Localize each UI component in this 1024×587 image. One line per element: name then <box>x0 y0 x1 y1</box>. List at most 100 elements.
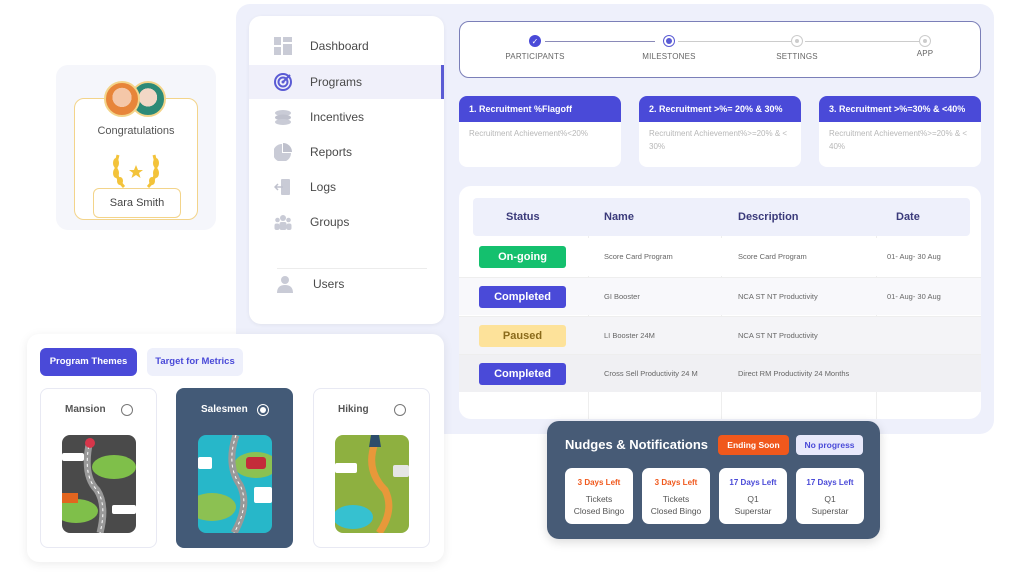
table-row[interactable]: Completed GI Booster NCA ST NT Productivit… <box>459 277 981 315</box>
sidebar-item-reports[interactable]: Reports <box>249 135 444 169</box>
filter-no-progress[interactable]: No progress <box>796 435 863 455</box>
cell-description: NCA ST NT Productivity <box>738 292 818 301</box>
pending-step-icon <box>919 35 931 47</box>
step-milestones[interactable]: MILESTONES <box>614 35 724 61</box>
cell-description: Score Card Program <box>738 252 807 261</box>
column-header-description[interactable]: Description <box>738 211 799 223</box>
pending-step-icon <box>791 35 803 47</box>
cell-description: Direct RM Productivity 24 Months <box>738 369 850 378</box>
days-left: 17 Days Left <box>806 478 854 487</box>
milestone-title: 1. Recruitment %Flagoff <box>459 96 621 122</box>
sidebar-item-label: Groups <box>310 215 350 229</box>
milestone-title: 2. Recruitment >%= 20% & 30% <box>639 96 801 122</box>
theme-card-salesmen[interactable]: Salesmen <box>176 388 293 548</box>
nudge-line: Q1 <box>824 494 836 504</box>
salesmen-theme-thumbnail <box>198 435 272 533</box>
theme-card-hiking[interactable]: Hiking <box>313 388 430 548</box>
sidebar-item-label: Programs <box>310 75 363 89</box>
avatar <box>104 81 140 117</box>
sidebar-item-incentives[interactable]: Incentives <box>249 100 444 134</box>
status-badge: Paused <box>479 325 566 347</box>
tab-program-themes[interactable]: Program Themes <box>40 348 137 376</box>
days-left: 17 Days Left <box>729 478 777 487</box>
theme-radio-selected[interactable] <box>257 404 269 416</box>
program-themes-panel: Program Themes Target for Metrics Mansio… <box>27 334 444 562</box>
nudge-line: Closed Bingo <box>650 506 702 516</box>
nudge-card[interactable]: 3 Days Left Tickets Closed Bingo <box>565 468 633 524</box>
milestone-description: Recruitment Achievement%<20% <box>469 129 588 138</box>
nudge-card[interactable]: 17 Days Left Q1 Superstar <box>796 468 864 524</box>
user-icon <box>275 274 295 294</box>
milestone-description: Recruitment Achievement%>=20% & < 40% <box>829 129 968 151</box>
congrats-title: Congratulations <box>97 125 175 137</box>
mansion-theme-thumbnail <box>62 435 136 533</box>
target-icon <box>273 72 293 92</box>
step-app[interactable]: APP <box>870 35 980 58</box>
nudge-card[interactable]: 3 Days Left Tickets Closed Bingo <box>642 468 710 524</box>
nudge-card[interactable]: 17 Days Left Q1 Superstar <box>719 468 787 524</box>
nudge-line: Tickets <box>662 494 690 504</box>
nudge-line: Closed Bingo <box>573 506 625 516</box>
winner-name: Sara Smith <box>93 188 181 218</box>
nudge-program-name: Q1 Superstar <box>719 493 787 517</box>
sidebar-item-label: Reports <box>310 145 353 159</box>
sidebar-item-label: Logs <box>310 180 337 194</box>
cell-date: 01- Aug- 30 Aug <box>887 292 941 301</box>
tab-target-for-metrics[interactable]: Target for Metrics <box>147 348 243 376</box>
sidebar: Dashboard Programs Incentives Reports Lo… <box>249 16 444 324</box>
milestone-description: Recruitment Achievement%>=20% & < 30% <box>649 129 788 151</box>
theme-card-mansion[interactable]: Mansion <box>40 388 157 548</box>
current-step-icon <box>663 35 675 47</box>
nudge-line: Q1 <box>747 494 759 504</box>
group-icon <box>273 212 293 232</box>
sidebar-item-dashboard[interactable]: Dashboard <box>249 29 444 63</box>
nudge-program-name: Q1 Superstar <box>796 493 864 517</box>
table-row[interactable]: Completed Cross Sell Productivity 24 M Dir… <box>459 354 981 392</box>
milestone-card[interactable]: 2. Recruitment >%= 20% & 30% Recruitment… <box>639 96 801 167</box>
programs-table: Status Name Description Date On-going Sco… <box>459 186 981 419</box>
sidebar-item-users[interactable]: Users <box>249 267 444 301</box>
status-badge: Completed <box>479 286 566 308</box>
filter-ending-soon[interactable]: Ending Soon <box>718 435 789 455</box>
pie-chart-icon <box>273 142 293 162</box>
check-icon: ✓ <box>529 35 541 47</box>
sidebar-item-programs[interactable]: Programs <box>249 65 444 99</box>
sidebar-item-label: Users <box>313 277 345 291</box>
hiking-theme-thumbnail <box>335 435 409 533</box>
sidebar-item-logs[interactable]: Logs <box>249 170 444 204</box>
cell-date: 01- Aug- 30 Aug <box>887 252 941 261</box>
cell-name: GI Booster <box>604 292 640 301</box>
laurel-trophy-icon <box>113 154 159 189</box>
nudges-title: Nudges & Notifications <box>565 437 709 452</box>
column-header-status[interactable]: Status <box>506 211 540 223</box>
cell-name: LI Booster 24M <box>604 331 655 340</box>
days-left: 3 Days Left <box>654 478 698 487</box>
nudges-notifications-panel: Nudges & Notifications Ending Soon No pr… <box>547 421 880 539</box>
dashboard-icon <box>273 36 293 56</box>
milestone-card[interactable]: 1. Recruitment %Flagoff Recruitment Achi… <box>459 96 621 167</box>
nudge-program-name: Tickets Closed Bingo <box>565 493 633 517</box>
column-header-date[interactable]: Date <box>896 211 920 223</box>
congratulations-card: Congratulations Sara Smith <box>56 65 216 230</box>
nudge-line: Superstar <box>734 506 772 516</box>
theme-radio[interactable] <box>121 404 133 416</box>
cell-name: Score Card Program <box>604 252 673 261</box>
status-badge: Completed <box>479 363 566 385</box>
logout-door-icon <box>273 177 293 197</box>
table-row[interactable]: Paused LI Booster 24M NCA ST NT Productivi… <box>459 316 981 354</box>
nudge-program-name: Tickets Closed Bingo <box>642 493 710 517</box>
table-header: Status Name Description Date <box>473 198 970 236</box>
step-settings[interactable]: SETTINGS <box>742 35 852 61</box>
sidebar-item-label: Dashboard <box>310 39 369 53</box>
sidebar-item-groups[interactable]: Groups <box>249 205 444 239</box>
table-row[interactable]: On-going Score Card Program Score Card Pro… <box>459 238 981 276</box>
coins-icon <box>273 107 293 127</box>
theme-radio[interactable] <box>394 404 406 416</box>
cell-description: NCA ST NT Productivity <box>738 331 818 340</box>
nudge-line: Superstar <box>811 506 849 516</box>
column-header-name[interactable]: Name <box>604 211 634 223</box>
sidebar-item-label: Incentives <box>310 110 365 124</box>
step-participants[interactable]: ✓ PARTICIPANTS <box>480 35 590 61</box>
status-badge: On-going <box>479 246 566 268</box>
milestone-card[interactable]: 3. Recruitment >%=30% & <40% Recruitment… <box>819 96 981 167</box>
